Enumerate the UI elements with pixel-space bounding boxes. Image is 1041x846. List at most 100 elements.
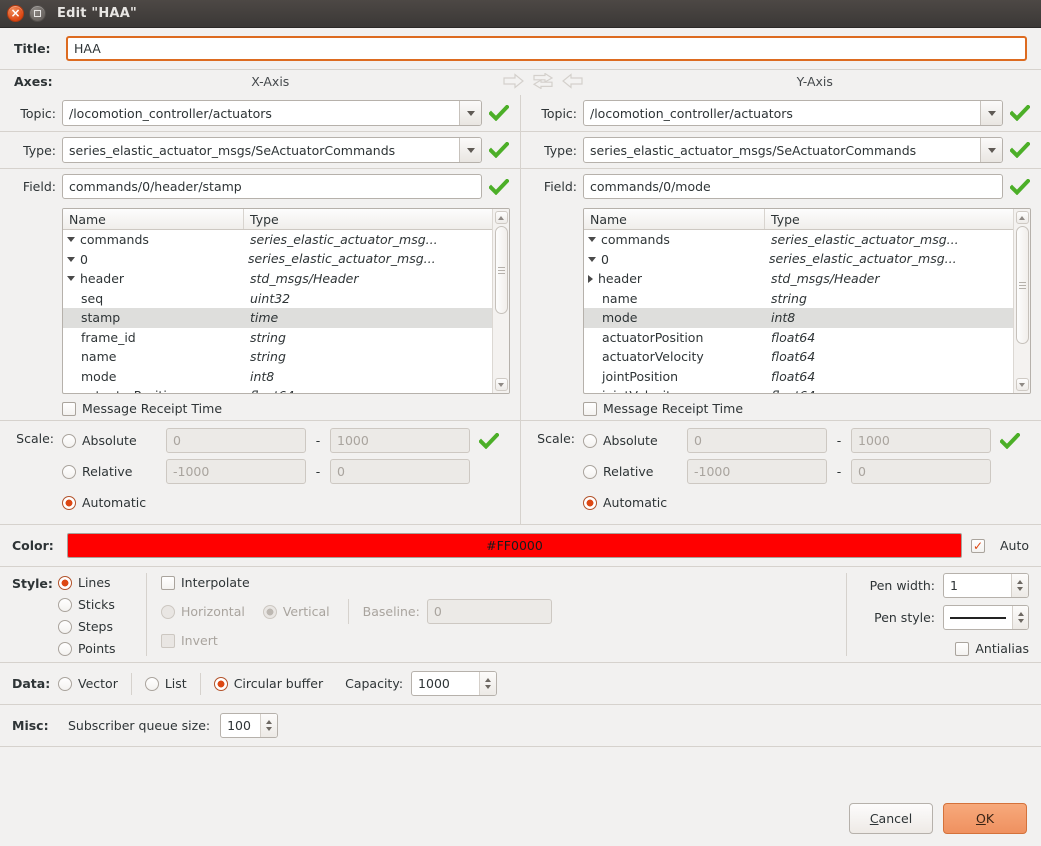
title-row: Title: [0,28,1041,69]
pen-style-spinbox[interactable] [943,605,1029,630]
color-swatch-button[interactable]: #FF0000 [67,533,962,558]
x-relative-min-input[interactable]: -1000 [166,459,306,484]
y-topic-combo[interactable]: /locomotion_controller/actuators [583,100,1003,126]
y-topic-valid-icon [1009,105,1031,121]
y-type-combo[interactable]: series_elastic_actuator_msgs/SeActuatorC… [583,137,1003,163]
style-option-lines[interactable]: Lines [58,575,146,590]
tree-row[interactable]: sequint32 [63,289,492,309]
chevron-down-icon[interactable] [459,101,481,125]
chevron-down-icon[interactable] [980,138,1002,162]
x-topic-combo[interactable]: /locomotion_controller/actuators [62,100,482,126]
y-tree-rows[interactable]: commandsseries_elastic_actuator_msg...0s… [584,230,1013,393]
y-tree-col-name: Name [584,209,765,229]
capacity-spinbox[interactable]: 1000 [411,671,497,696]
swap-icon[interactable] [532,73,554,89]
x-relative-max-input[interactable]: 0 [330,459,470,484]
x-tree-scrollbar[interactable] [492,209,509,393]
scroll-thumb[interactable] [1016,226,1029,344]
scroll-up-icon[interactable] [1016,211,1029,224]
copy-right-icon[interactable] [503,73,525,89]
tree-row[interactable]: namestring [63,347,492,367]
scroll-thumb[interactable] [495,226,508,314]
data-row: Data: Vector List Circular buffer Capaci… [0,663,1041,704]
x-absolute-max-input[interactable]: 1000 [330,428,470,453]
data-option-vector[interactable]: Vector [58,676,118,691]
expander-open-icon[interactable] [588,237,596,242]
data-option-list[interactable]: List [145,676,187,691]
scroll-track[interactable] [495,226,508,376]
x-field-input[interactable] [62,174,482,199]
subscriber-queue-size-spinbox[interactable]: 100 [220,713,278,738]
expander-none [588,298,597,299]
tree-row[interactable]: frame_idstring [63,328,492,348]
expander-open-icon[interactable] [67,276,75,281]
expander-open-icon[interactable] [588,257,596,262]
y-scale-absolute-radio[interactable]: Absolute [583,433,679,448]
expander-open-icon[interactable] [67,257,75,262]
color-auto-checkbox[interactable] [971,539,985,553]
expander-open-icon[interactable] [67,237,75,242]
tree-row[interactable]: commandsseries_elastic_actuator_msg... [63,230,492,250]
scroll-track[interactable] [1016,226,1029,376]
chevron-down-icon[interactable] [459,138,481,162]
y-field-input[interactable] [583,174,1003,199]
x-type-combo[interactable]: series_elastic_actuator_msgs/SeActuatorC… [62,137,482,163]
tree-row[interactable]: headerstd_msgs/Header [63,269,492,289]
expander-closed-icon[interactable] [588,275,593,283]
y-relative-min-input[interactable]: -1000 [687,459,827,484]
tree-row[interactable]: modeint8 [584,308,1013,328]
y-absolute-max-input[interactable]: 1000 [851,428,991,453]
tree-row-type: time [244,310,492,325]
x-scale-absolute-radio[interactable]: Absolute [62,433,158,448]
axes-label: Axes: [14,74,58,89]
scroll-down-icon[interactable] [495,378,508,391]
expander-none [588,376,597,377]
spin-arrows-icon[interactable] [479,672,496,695]
title-input[interactable] [66,36,1027,61]
spin-arrows-icon[interactable] [260,714,277,737]
style-option-steps[interactable]: Steps [58,619,146,634]
x-absolute-min-input[interactable]: 0 [166,428,306,453]
style-option-sticks[interactable]: Sticks [58,597,146,612]
close-icon[interactable] [7,5,24,22]
copy-left-icon[interactable] [561,73,583,89]
x-tree-rows[interactable]: commandsseries_elastic_actuator_msg...0s… [63,230,492,393]
style-option-points[interactable]: Points [58,641,146,656]
tree-row[interactable]: 0series_elastic_actuator_msg... [63,250,492,270]
pen-width-spinbox[interactable]: 1 [943,573,1029,598]
tree-row[interactable]: commandsseries_elastic_actuator_msg... [584,230,1013,250]
cancel-button[interactable]: Cancel [849,803,933,834]
tree-row[interactable]: headerstd_msgs/Header [584,269,1013,289]
tree-row[interactable]: namestring [584,289,1013,309]
interpolate-checkbox[interactable] [161,576,175,590]
y-field-tree[interactable]: Name Type commandsseries_elastic_actuato… [583,208,1031,394]
tree-row[interactable]: actuatorPositionfloat64 [584,328,1013,348]
tree-row[interactable]: modeint8 [63,367,492,387]
tree-row[interactable]: actuatorPositionfloat64 [63,386,492,393]
y-tree-scrollbar[interactable] [1013,209,1030,393]
antialias-checkbox[interactable] [955,642,969,656]
y-message-receipt-time-checkbox[interactable] [583,402,597,416]
tree-row[interactable]: jointVelocityfloat64 [584,386,1013,393]
x-scale-automatic-radio[interactable]: Automatic [62,495,158,510]
y-absolute-min-input[interactable]: 0 [687,428,827,453]
spin-arrows-icon[interactable] [1011,574,1028,597]
y-scale-automatic-radio[interactable]: Automatic [583,495,679,510]
tree-row[interactable]: stamptime [63,308,492,328]
maximize-icon[interactable] [29,5,46,22]
x-scale-relative-radio[interactable]: Relative [62,464,158,479]
scroll-up-icon[interactable] [495,211,508,224]
y-scale-relative-radio[interactable]: Relative [583,464,679,479]
tree-row[interactable]: 0series_elastic_actuator_msg... [584,250,1013,270]
tree-row[interactable]: actuatorVelocityfloat64 [584,347,1013,367]
x-message-receipt-time-checkbox[interactable] [62,402,76,416]
tree-row[interactable]: jointPositionfloat64 [584,367,1013,387]
y-relative-max-input[interactable]: 0 [851,459,991,484]
ok-button[interactable]: OK [943,803,1027,834]
data-option-circular-buffer[interactable]: Circular buffer [214,676,323,691]
spin-arrows-icon[interactable] [1012,606,1029,629]
chevron-down-icon[interactable] [980,101,1002,125]
x-topic-row: Topic: /locomotion_controller/actuators [0,95,520,131]
x-field-tree[interactable]: Name Type commandsseries_elastic_actuato… [62,208,510,394]
scroll-down-icon[interactable] [1016,378,1029,391]
